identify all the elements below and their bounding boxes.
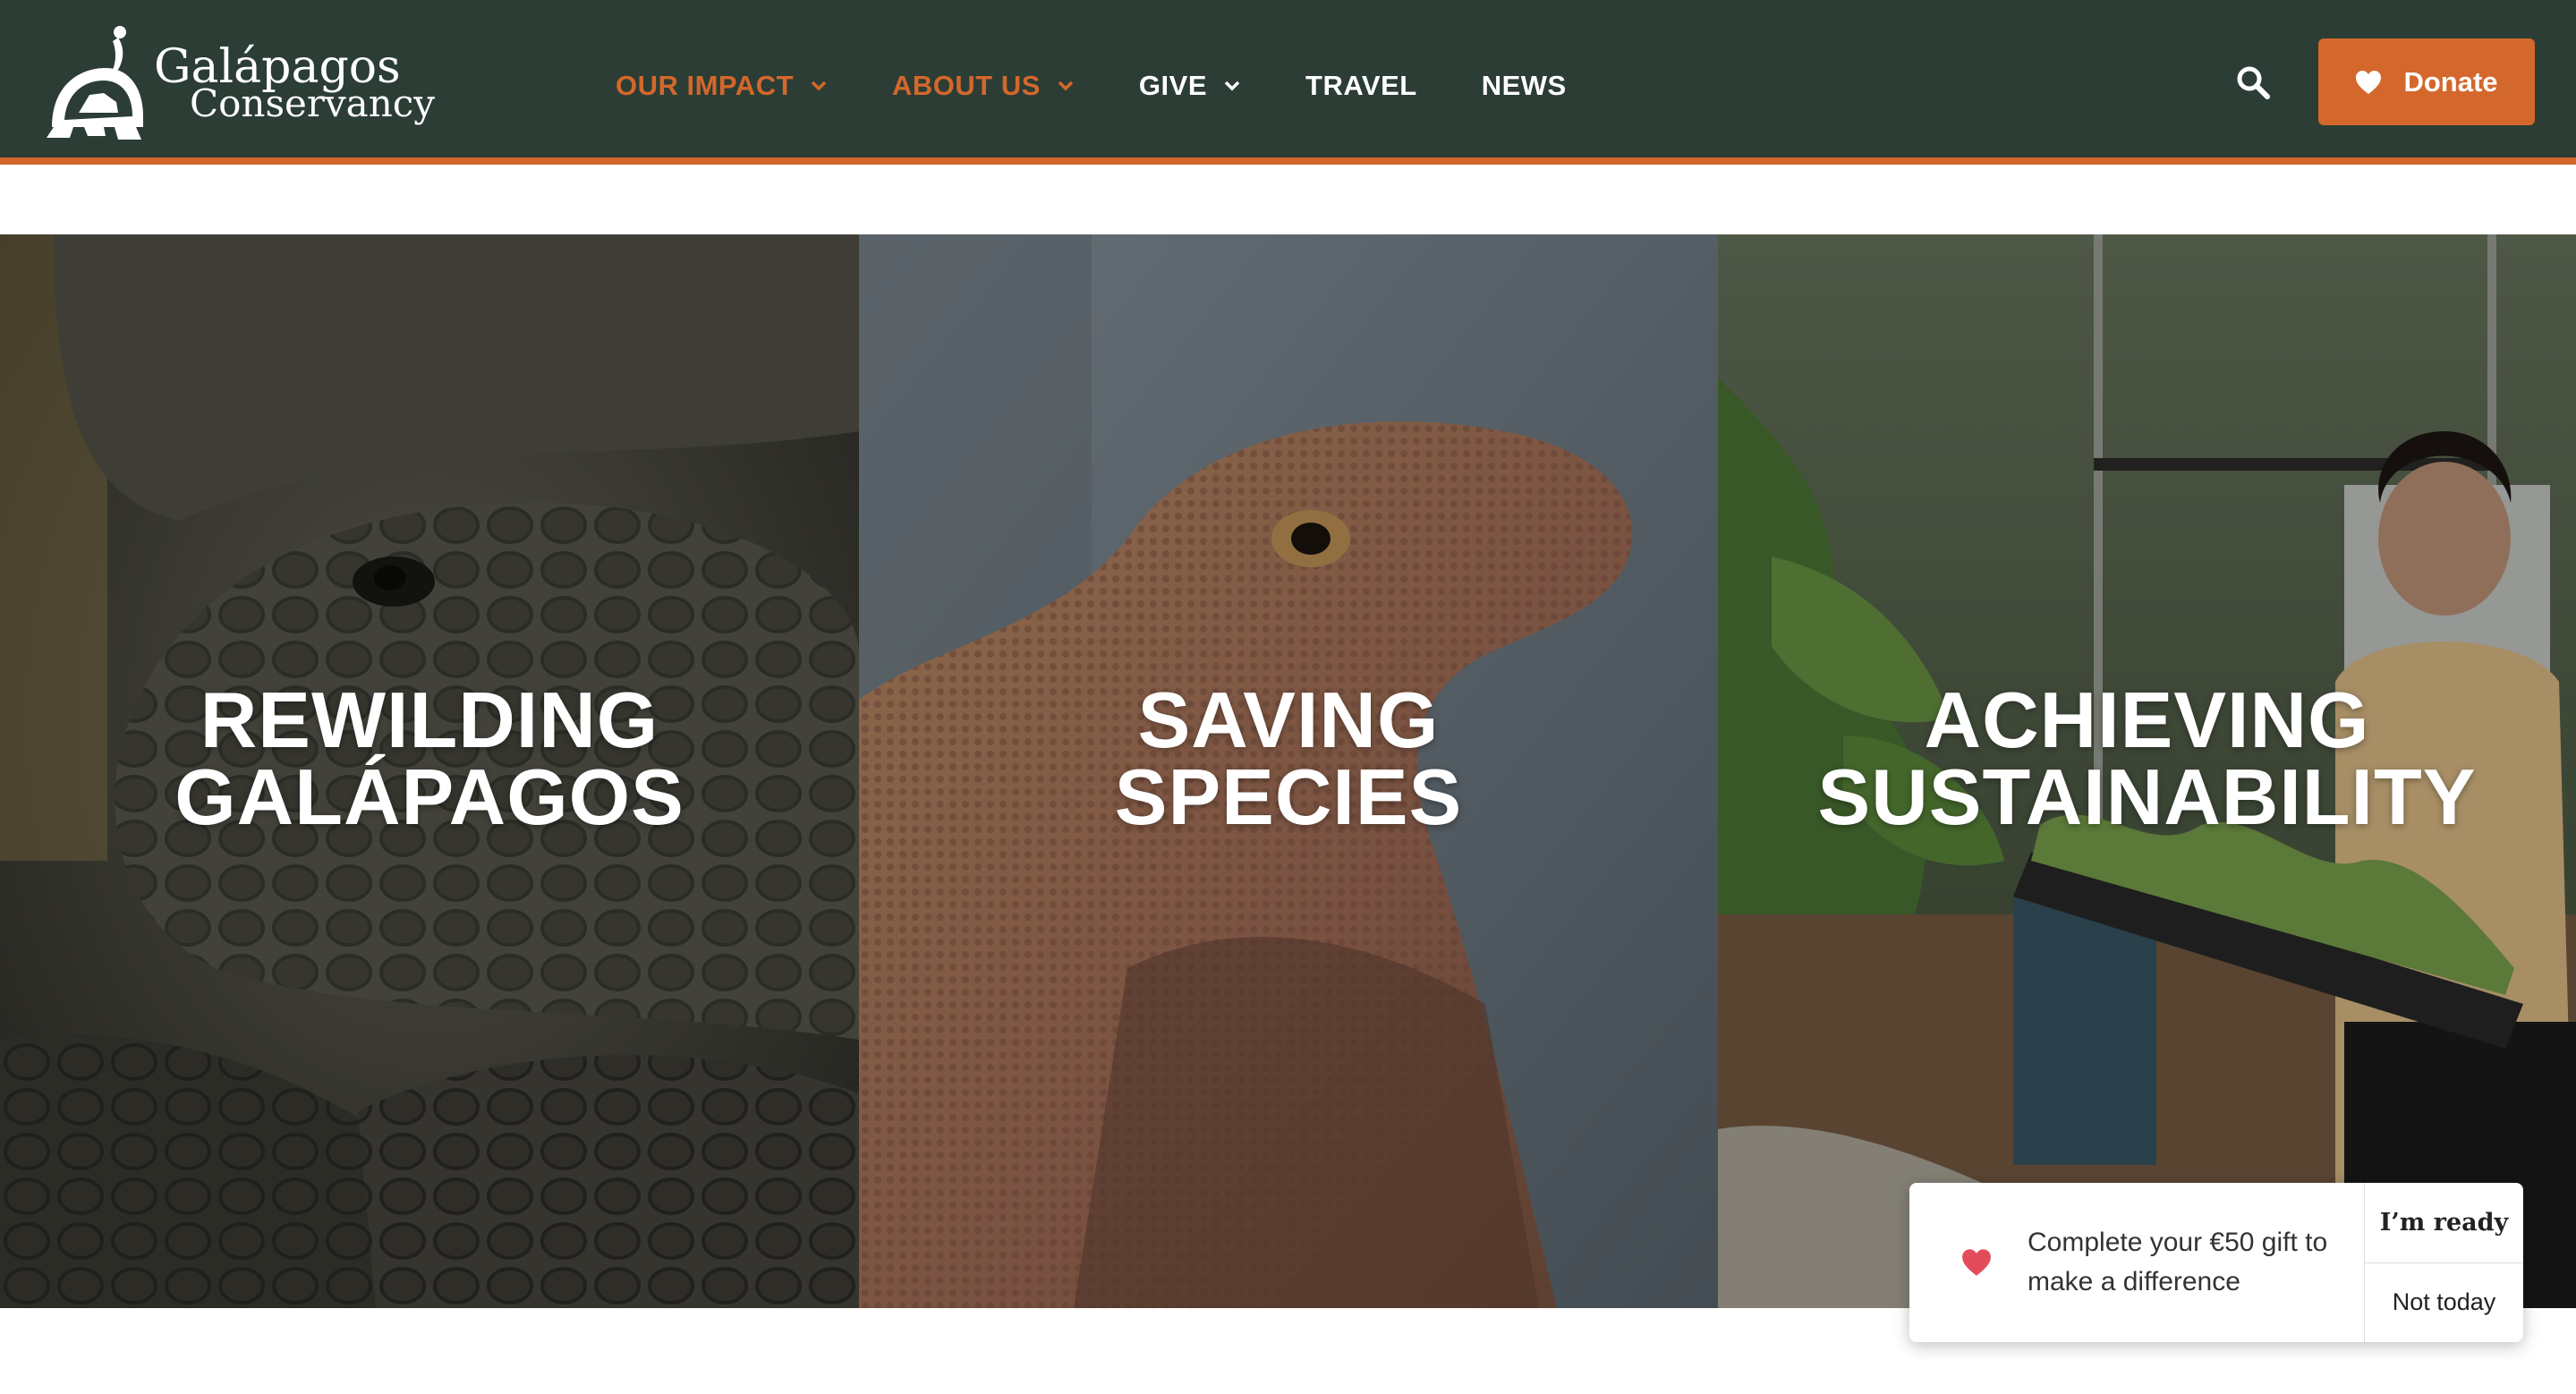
panel-saving-species[interactable]: SAVING SPECIES <box>859 234 1718 1308</box>
nav-item-label: GIVE <box>1138 70 1208 101</box>
donation-prompt-actions: I’m ready Not today <box>2364 1183 2523 1342</box>
main-nav: OUR IMPACT ABOUT US GIVE TRAVEL NEWS <box>616 63 1631 109</box>
nav-item-label: ABOUT US <box>892 70 1041 101</box>
not-today-button[interactable]: Not today <box>2365 1263 2523 1343</box>
search-icon[interactable] <box>2235 64 2271 100</box>
im-ready-button[interactable]: I’m ready <box>2365 1183 2523 1263</box>
feature-panels: REWILDING GALÁPAGOS SAVING SPECIES ACHIE… <box>0 234 2576 1308</box>
nav-item-about-us[interactable]: ABOUT US <box>892 70 1075 102</box>
panel-rewilding[interactable]: REWILDING GALÁPAGOS <box>0 234 859 1308</box>
panel-title: REWILDING GALÁPAGOS <box>174 676 684 841</box>
chevron-down-icon <box>1058 81 1074 91</box>
chevron-down-icon <box>1224 81 1240 91</box>
nav-item-news[interactable]: NEWS <box>1482 70 1567 102</box>
site-header: Galápagos Conservancy OUR IMPACT ABOUT U… <box>0 0 2576 165</box>
nav-item-label: NEWS <box>1481 70 1567 101</box>
chevron-down-icon <box>811 81 827 91</box>
donate-button[interactable]: Donate <box>2318 38 2535 125</box>
heart-icon <box>2356 70 2382 94</box>
panel-title: ACHIEVING SUSTAINABILITY <box>1817 676 2477 841</box>
nav-item-give[interactable]: GIVE <box>1139 70 1241 102</box>
donation-prompt-message: Complete your €50 gift to make a differe… <box>1909 1183 2364 1342</box>
heart-icon <box>1962 1249 1991 1276</box>
nav-item-label: OUR IMPACT <box>616 70 795 101</box>
panel-sustainability[interactable]: ACHIEVING SUSTAINABILITY <box>1718 234 2576 1308</box>
tortoise-logo-icon <box>47 26 143 140</box>
donate-label: Donate <box>2403 65 2498 98</box>
nav-item-label: TRAVEL <box>1305 70 1417 101</box>
panel-title: SAVING SPECIES <box>1114 676 1463 841</box>
donation-prompt-text: Complete your €50 gift to make a differe… <box>2028 1228 2328 1296</box>
nav-item-travel[interactable]: TRAVEL <box>1305 70 1417 102</box>
logo-name-line2: Conservancy <box>190 81 436 125</box>
nav-item-our-impact[interactable]: OUR IMPACT <box>616 70 828 102</box>
donation-prompt: Complete your €50 gift to make a differe… <box>1909 1183 2523 1342</box>
logo[interactable]: Galápagos Conservancy <box>43 23 435 143</box>
